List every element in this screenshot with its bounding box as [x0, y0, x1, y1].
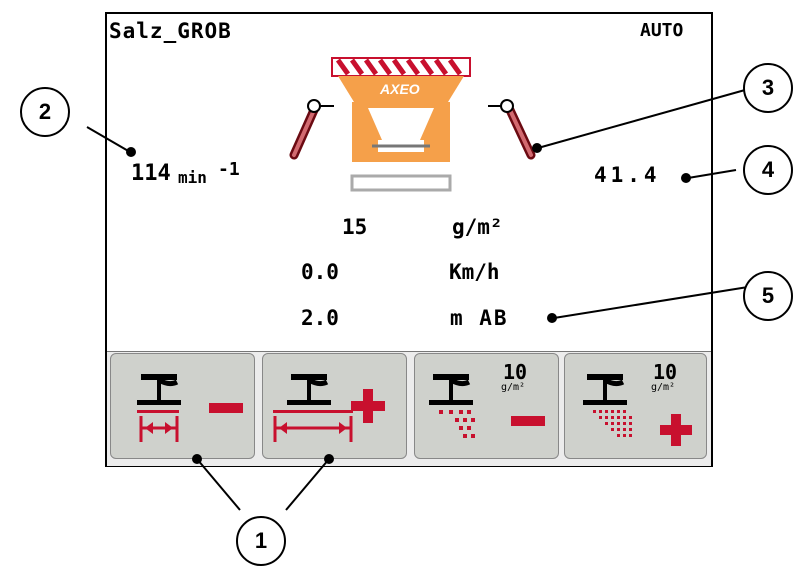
callout-3: 3: [743, 63, 793, 113]
callout-leader-lines: [86, 89, 749, 511]
callout-5: 5: [743, 271, 793, 321]
callout-1: 1: [236, 516, 286, 566]
callout-4: 4: [743, 145, 793, 195]
callout-2: 2: [20, 87, 70, 137]
